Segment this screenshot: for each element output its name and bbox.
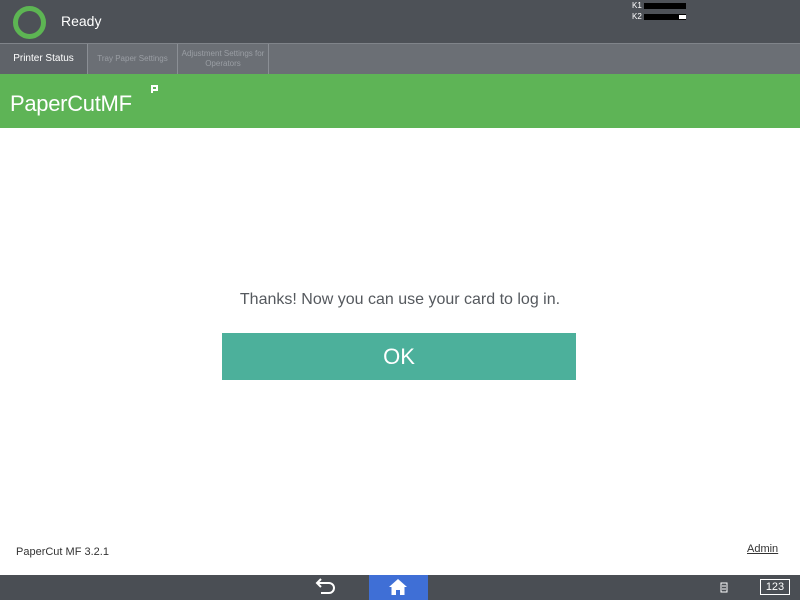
ready-status-icon (13, 6, 46, 39)
memory-card-icon (720, 582, 728, 593)
ok-button[interactable]: OK (222, 333, 576, 380)
toner-levels: K1 K2 (632, 1, 692, 23)
confirmation-message: Thanks! Now you can use your card to log… (239, 291, 561, 308)
toner-label: K1 (632, 1, 642, 10)
toner-k1: K1 (632, 1, 692, 12)
logo-pin-icon (151, 85, 158, 93)
home-icon (389, 579, 407, 595)
toner-bar (644, 14, 686, 20)
toner-k2: K2 (632, 12, 692, 23)
tab-printer-status[interactable]: Printer Status (0, 44, 88, 74)
toner-label: K2 (632, 12, 642, 21)
brand-name: PaperCut (10, 91, 101, 116)
screen: Ready K1 K2 Printer Status Tray Paper Se… (0, 0, 800, 600)
numeric-keypad-button[interactable]: 123 (760, 579, 790, 595)
toner-bar (644, 3, 686, 9)
papercut-logo: PaperCutMF (10, 91, 132, 117)
status-text: Ready (61, 13, 102, 29)
tab-adjustment-settings[interactable]: Adjustment Settings for Operators (178, 44, 269, 74)
back-icon[interactable] (312, 577, 338, 597)
status-bar: Ready K1 K2 (0, 0, 800, 43)
tab-tray-paper-settings[interactable]: Tray Paper Settings (88, 44, 178, 74)
version-label: PaperCut MF 3.2.1 (16, 546, 109, 558)
brand-suffix: MF (100, 91, 132, 116)
tab-bar: Printer Status Tray Paper Settings Adjus… (0, 43, 800, 74)
admin-link[interactable]: Admin (747, 543, 778, 555)
home-button[interactable] (369, 575, 428, 600)
